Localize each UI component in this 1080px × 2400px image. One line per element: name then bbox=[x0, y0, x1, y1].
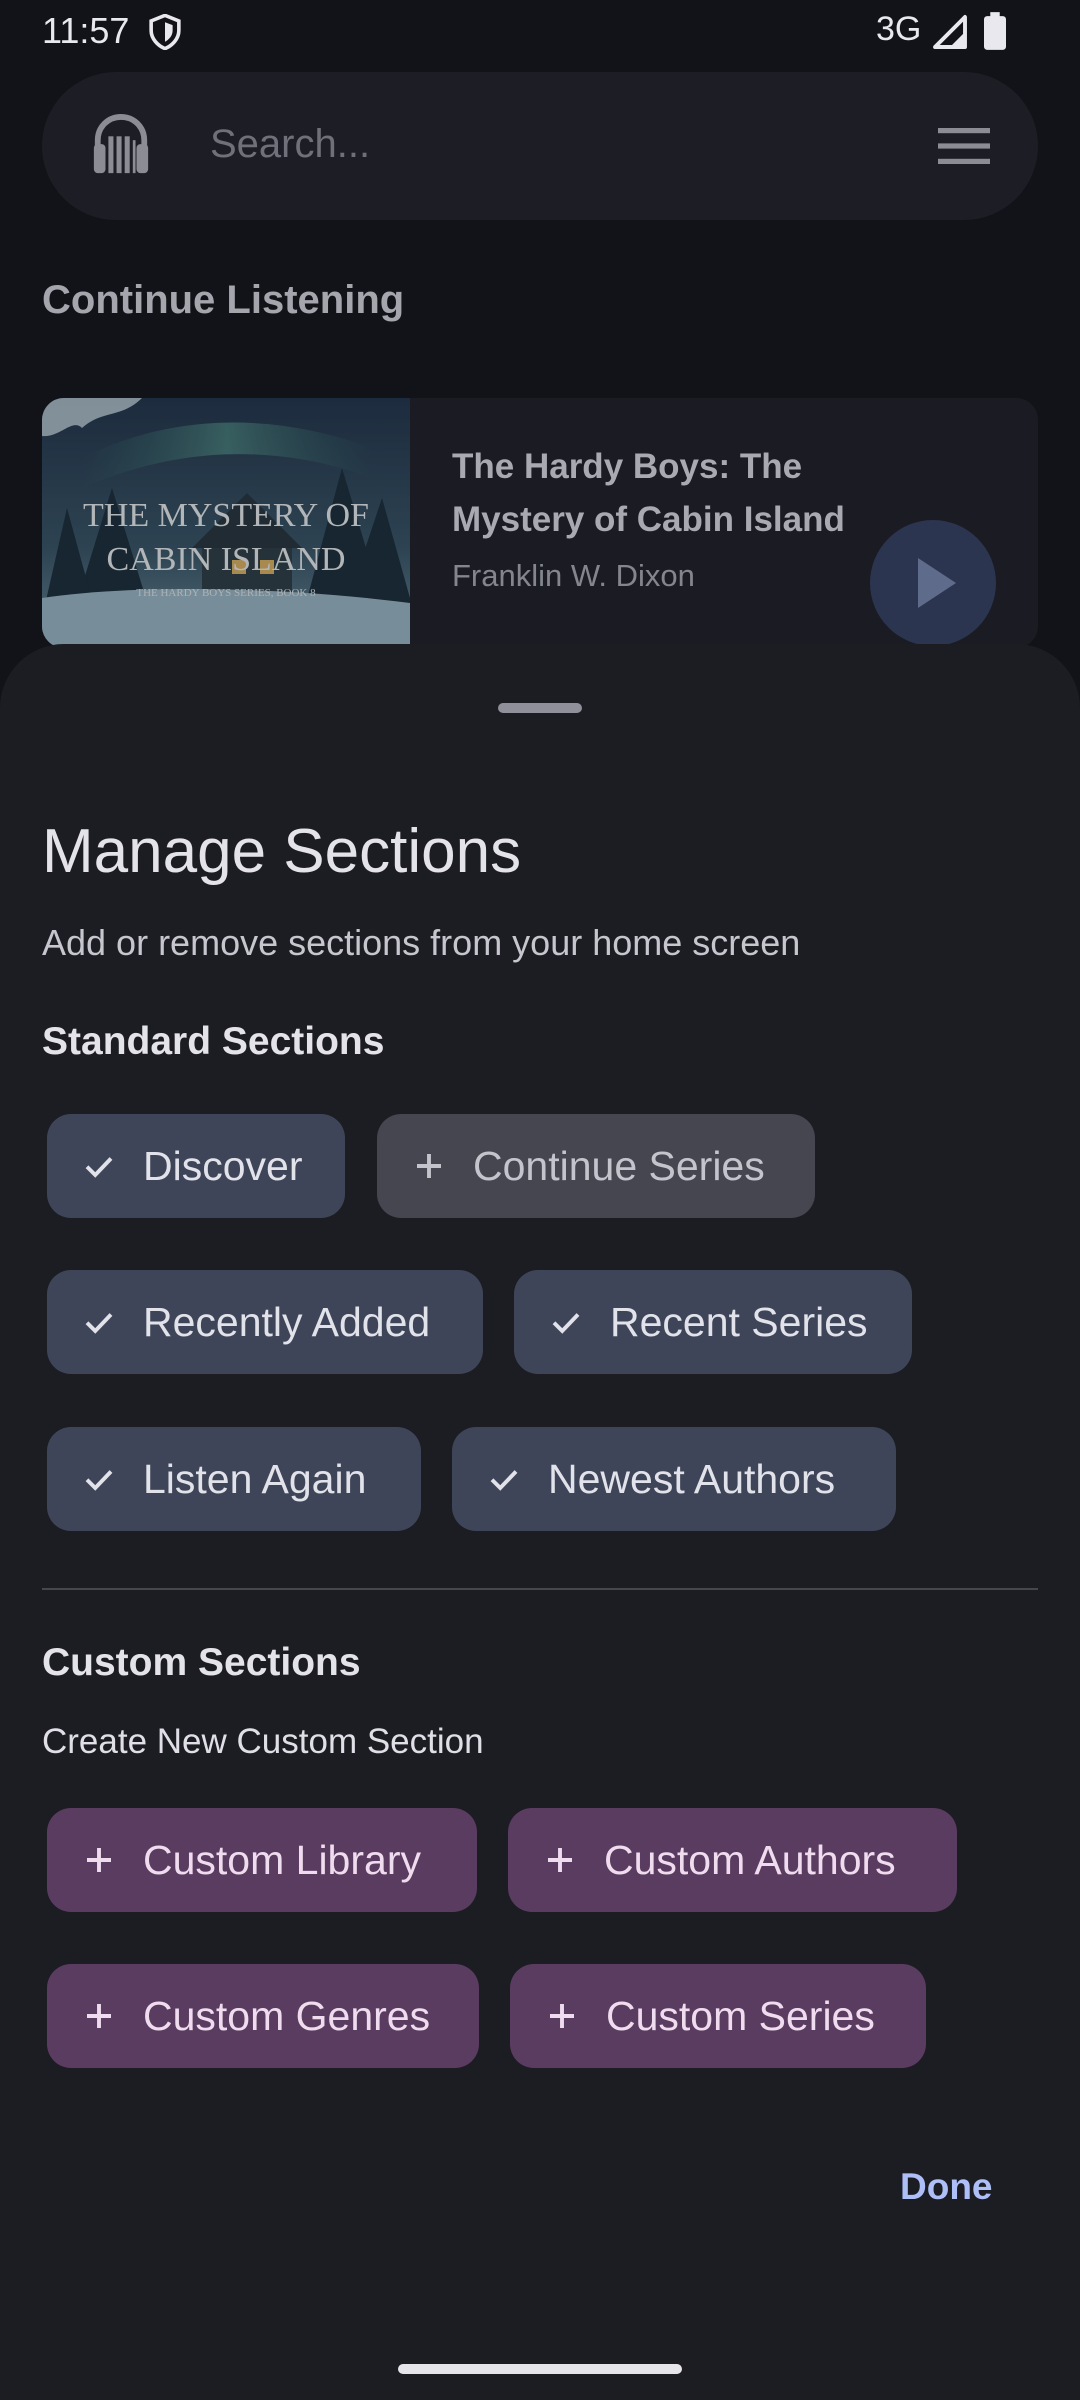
book-title: The Hardy Boys: The Mystery of Cabin Isl… bbox=[452, 447, 845, 539]
chip-custom-genres[interactable]: Custom Genres bbox=[47, 1964, 479, 2068]
sheet-subtitle: Add or remove sections from your home sc… bbox=[42, 922, 801, 963]
status-bar: 11:57 3G bbox=[0, 0, 1080, 64]
check-icon bbox=[490, 1470, 518, 1491]
chip-label: Custom Series bbox=[606, 1992, 875, 2039]
book-cover[interactable]: THE MYSTERY OF CABIN ISLAND THE HARDY BO… bbox=[42, 398, 410, 648]
chip-label: Recent Series bbox=[610, 1298, 868, 1345]
continue-listening-card[interactable]: THE MYSTERY OF CABIN ISLAND THE HARDY BO… bbox=[42, 398, 1038, 648]
plus-icon bbox=[548, 1848, 572, 1872]
chip-label: Custom Library bbox=[143, 1836, 421, 1883]
search-input[interactable]: Search... bbox=[210, 122, 370, 167]
check-icon bbox=[85, 1470, 113, 1491]
book-author: Franklin W. Dixon bbox=[452, 558, 695, 593]
gesture-nav-handle[interactable] bbox=[398, 2364, 682, 2374]
chip-custom-library[interactable]: Custom Library bbox=[47, 1808, 477, 1912]
drag-handle[interactable] bbox=[498, 703, 582, 713]
chip-continue-series[interactable]: Continue Series bbox=[377, 1114, 815, 1218]
create-custom-section-label: Create New Custom Section bbox=[42, 1722, 484, 1761]
play-icon bbox=[918, 558, 956, 608]
plus-icon bbox=[417, 1154, 441, 1178]
chip-custom-series[interactable]: Custom Series bbox=[510, 1964, 926, 2068]
search-bar[interactable]: Search... bbox=[42, 72, 1038, 220]
chip-newest-authors[interactable]: Newest Authors bbox=[452, 1427, 896, 1531]
chip-discover[interactable]: Discover bbox=[47, 1114, 345, 1218]
chip-label: Continue Series bbox=[473, 1142, 765, 1189]
status-time: 11:57 bbox=[42, 10, 130, 51]
check-icon bbox=[552, 1313, 580, 1334]
chip-label: Custom Authors bbox=[604, 1836, 896, 1883]
check-icon bbox=[85, 1157, 113, 1178]
chip-label: Listen Again bbox=[143, 1455, 367, 1502]
sheet-title: Manage Sections bbox=[42, 817, 522, 886]
custom-sections-label: Custom Sections bbox=[42, 1641, 361, 1684]
plus-icon bbox=[87, 1848, 111, 1872]
plus-icon bbox=[87, 2004, 111, 2028]
signal-icon bbox=[933, 15, 967, 49]
network-type: 3G bbox=[876, 10, 922, 48]
chip-label: Discover bbox=[143, 1142, 303, 1189]
check-icon bbox=[85, 1313, 113, 1334]
play-button[interactable] bbox=[870, 520, 996, 646]
chip-listen-again[interactable]: Listen Again bbox=[47, 1427, 421, 1531]
chip-recently-added[interactable]: Recently Added bbox=[47, 1270, 483, 1374]
section-divider bbox=[42, 1588, 1038, 1590]
shield-icon bbox=[149, 14, 181, 50]
battery-icon bbox=[984, 12, 1006, 50]
hamburger-menu-icon[interactable] bbox=[938, 128, 990, 164]
headphones-icon[interactable] bbox=[90, 112, 152, 180]
chip-recent-series[interactable]: Recent Series bbox=[514, 1270, 912, 1374]
chip-label: Recently Added bbox=[143, 1298, 431, 1345]
chip-label: Newest Authors bbox=[548, 1455, 836, 1502]
chip-label: Custom Genres bbox=[143, 1992, 431, 2039]
chip-custom-authors[interactable]: Custom Authors bbox=[508, 1808, 957, 1912]
manage-sections-sheet: Manage Sections Add or remove sections f… bbox=[0, 644, 1080, 2400]
standard-sections-label: Standard Sections bbox=[42, 1020, 385, 1063]
continue-listening-title: Continue Listening bbox=[42, 278, 405, 322]
done-button[interactable]: Done bbox=[900, 2166, 993, 2208]
plus-icon bbox=[550, 2004, 574, 2028]
